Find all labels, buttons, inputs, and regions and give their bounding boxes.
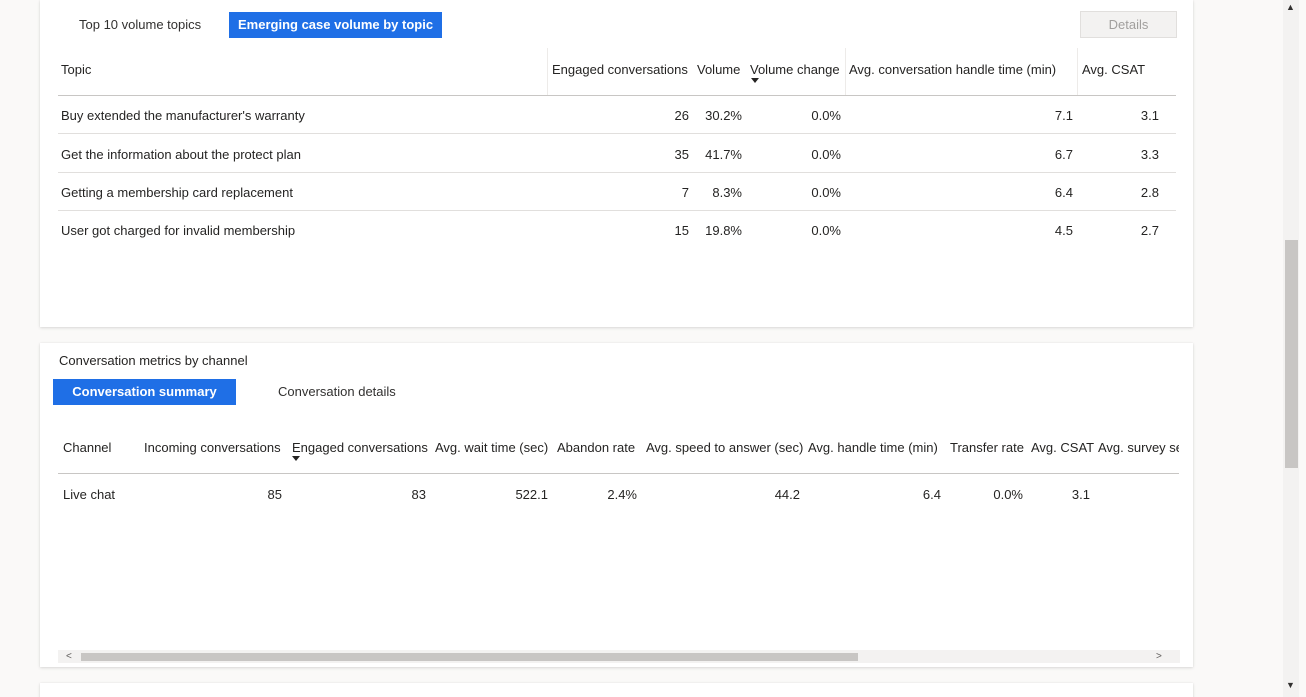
table-cell-wait-time: 522.1	[515, 487, 548, 502]
sort-descending-icon	[292, 456, 300, 461]
table-cell-topic: Get the information about the protect pl…	[61, 147, 301, 162]
table-cell-csat: 2.8	[1140, 185, 1159, 200]
topic-volume-card: Top 10 volume topics Emerging case volum…	[40, 0, 1193, 327]
table-cell-topic: User got charged for invalid membership	[61, 223, 296, 238]
section-title: Conversation metrics by channel	[59, 353, 248, 368]
column-header-avg-survey-clip: Avg. survey se	[1098, 440, 1179, 455]
table-cell-topic: Getting a membership card replacement	[61, 185, 293, 200]
table-cell-engaged: 83	[411, 487, 426, 502]
column-header-abandon-rate[interactable]: Abandon rate	[557, 440, 635, 455]
table-cell-volume: 19.8%	[705, 223, 742, 238]
table-cell-topic: Buy extended the manufacturer's warranty	[61, 108, 305, 123]
horizontal-scrollbar[interactable]: < >	[58, 650, 1180, 663]
table-cell-channel: Live chat	[63, 487, 116, 502]
column-header-avg-handle-time[interactable]: Avg. conversation handle time (min)	[849, 62, 1056, 77]
table-cell-handle-time: 6.7	[1054, 147, 1073, 162]
scroll-up-icon[interactable]: ▲	[1286, 2, 1295, 12]
next-card	[40, 683, 1193, 697]
tab-conversation-details[interactable]: Conversation details	[269, 379, 405, 405]
table-cell-volume-change: 0.0%	[811, 147, 841, 162]
scroll-down-icon[interactable]: ▼	[1286, 680, 1295, 690]
table-cell-csat: 3.1	[1071, 487, 1090, 502]
header-divider	[58, 95, 1176, 96]
table-cell-abandon-rate: 2.4%	[607, 487, 637, 502]
column-divider	[845, 48, 846, 95]
channel-metrics-card: Conversation metrics by channel Conversa…	[40, 343, 1193, 667]
table-cell-volume: 8.3%	[712, 185, 742, 200]
column-header-avg-survey[interactable]: Avg. survey se	[1098, 440, 1179, 455]
column-header-volume-change[interactable]: Volume change	[750, 62, 840, 77]
table-cell-engaged: 26	[674, 108, 689, 123]
column-divider	[1077, 48, 1078, 95]
vertical-scrollbar-thumb[interactable]	[1285, 240, 1298, 468]
table-cell-handle-time: 7.1	[1054, 108, 1073, 123]
table-cell-csat: 3.1	[1140, 108, 1159, 123]
row-divider	[58, 210, 1176, 211]
tab-emerging-case-volume[interactable]: Emerging case volume by topic	[229, 12, 443, 38]
row-divider	[58, 133, 1176, 134]
table-cell-handle-time: 4.5	[1054, 223, 1073, 238]
column-header-topic[interactable]: Topic	[61, 62, 91, 77]
sort-descending-icon	[751, 78, 759, 83]
column-header-avg-wait-time[interactable]: Avg. wait time (sec)	[435, 440, 548, 455]
tab-top-10-volume-topics[interactable]: Top 10 volume topics	[70, 12, 210, 38]
scroll-left-icon[interactable]: <	[66, 650, 72, 663]
column-header-transfer-rate[interactable]: Transfer rate	[950, 440, 1024, 455]
column-header-avg-speed-to-answer[interactable]: Avg. speed to answer (sec)	[646, 440, 803, 455]
header-divider	[58, 473, 1179, 474]
column-header-volume[interactable]: Volume	[697, 62, 740, 77]
row-divider	[58, 172, 1176, 173]
column-header-engaged-conversations[interactable]: Engaged conversations	[552, 62, 688, 77]
table-cell-handle-time: 6.4	[922, 487, 941, 502]
table-cell-csat: 2.7	[1140, 223, 1159, 238]
table-cell-engaged: 15	[674, 223, 689, 238]
column-header-incoming-conversations[interactable]: Incoming conversations	[144, 440, 281, 455]
table-cell-volume-change: 0.0%	[811, 108, 841, 123]
table-cell-speed-to-answer: 44.2	[774, 487, 800, 502]
table-cell-transfer-rate: 0.0%	[993, 487, 1023, 502]
column-header-avg-csat[interactable]: Avg. CSAT	[1082, 62, 1145, 77]
column-divider	[547, 48, 548, 95]
details-button[interactable]: Details	[1080, 11, 1177, 38]
table-cell-volume: 30.2%	[705, 108, 742, 123]
table-cell-incoming: 85	[267, 487, 282, 502]
tab-conversation-summary[interactable]: Conversation summary	[53, 379, 236, 405]
table-cell-volume-change: 0.0%	[811, 185, 841, 200]
table-cell-handle-time: 6.4	[1054, 185, 1073, 200]
table-cell-csat: 3.3	[1140, 147, 1159, 162]
table-cell-engaged: 35	[674, 147, 689, 162]
table-cell-engaged: 7	[681, 185, 689, 200]
column-header-channel[interactable]: Channel	[63, 440, 111, 455]
table-cell-volume-change: 0.0%	[811, 223, 841, 238]
column-header-avg-csat[interactable]: Avg. CSAT	[1031, 440, 1094, 455]
column-header-avg-handle-time[interactable]: Avg. handle time (min)	[808, 440, 938, 455]
scroll-right-icon[interactable]: >	[1156, 650, 1162, 663]
table-cell-volume: 41.7%	[705, 147, 742, 162]
horizontal-scrollbar-thumb[interactable]	[81, 653, 858, 661]
column-header-engaged-conversations[interactable]: Engaged conversations	[292, 440, 428, 455]
vertical-scrollbar[interactable]: ▲ ▼	[1283, 0, 1299, 697]
